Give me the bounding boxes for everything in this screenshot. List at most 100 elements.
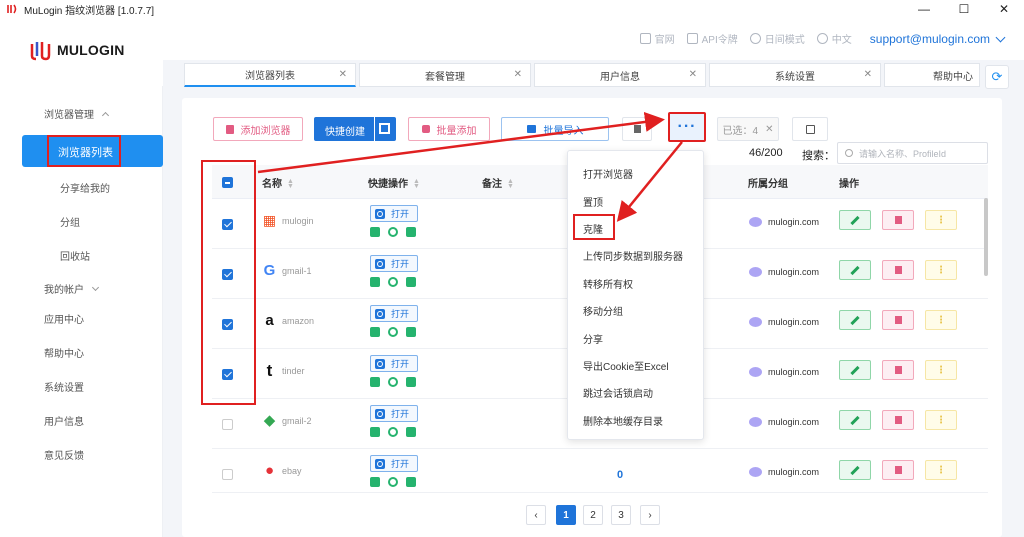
table-scrollbar[interactable] (984, 198, 988, 276)
menu-delete-local-cache[interactable]: 删除本地缓存目录 (583, 413, 663, 428)
more-actions-button[interactable]: ··· (668, 112, 706, 142)
batch-add-button[interactable]: 批量添加 (408, 117, 490, 141)
sidebar-item-shared-with-me[interactable]: 分享给我的 (0, 180, 163, 195)
sidebar-item-recycle-bin[interactable]: 回收站 (0, 248, 163, 263)
page-1-button[interactable]: 1 (556, 505, 576, 525)
edit-button[interactable] (839, 210, 871, 230)
rocket-icon[interactable] (370, 327, 380, 337)
row-checkbox[interactable] (222, 469, 233, 480)
sidebar-item-app-center[interactable]: 应用中心 (0, 311, 163, 326)
day-mode-toggle[interactable]: 日间模式 (749, 31, 805, 46)
sidebar-group-my-account[interactable]: 我的帐户 (0, 281, 163, 296)
search-input[interactable]: 请输入名称、ProfileId (837, 142, 988, 164)
menu-export-cookie[interactable]: 导出Cookie至Excel (583, 358, 669, 373)
close-icon[interactable]: ✕ (514, 69, 522, 80)
sidebar-item-feedback[interactable]: 意见反馈 (0, 447, 163, 462)
column-note[interactable]: 备注 ▲ ▼ (482, 175, 514, 190)
delete-row-button[interactable] (882, 360, 914, 380)
rocket-icon[interactable] (370, 377, 380, 387)
menu-share[interactable]: 分享 (583, 331, 603, 346)
puzzle-icon[interactable] (406, 377, 416, 387)
puzzle-icon[interactable] (406, 277, 416, 287)
close-icon[interactable]: ✕ (689, 69, 697, 80)
edit-button[interactable] (839, 410, 871, 430)
prev-page-button[interactable]: ‹ (526, 505, 546, 525)
menu-pin-top[interactable]: 置顶 (583, 194, 603, 209)
delete-row-button[interactable] (882, 460, 914, 480)
rocket-icon[interactable] (370, 277, 380, 287)
tab-help-center[interactable]: 帮助中心 (884, 63, 980, 87)
delete-row-button[interactable] (882, 210, 914, 230)
open-browser-button[interactable]: 打开 (370, 455, 418, 472)
menu-move-group[interactable]: 移动分组 (583, 303, 623, 318)
menu-skip-session-lock[interactable]: 跳过会话锁启动 (583, 385, 653, 400)
close-window-button[interactable]: ✕ (984, 0, 1024, 18)
edit-button[interactable] (839, 360, 871, 380)
fingerprint-icon[interactable] (388, 277, 398, 287)
tab-plan-management[interactable]: 套餐管理 ✕ (359, 63, 531, 87)
row-more-button[interactable]: ⋮ (925, 460, 957, 480)
delete-row-button[interactable] (882, 260, 914, 280)
chevron-down-icon[interactable] (995, 32, 1006, 42)
delete-row-button[interactable] (882, 310, 914, 330)
menu-transfer-ownership[interactable]: 转移所有权 (583, 276, 633, 291)
fingerprint-icon[interactable] (388, 327, 398, 337)
save-button[interactable] (792, 117, 828, 141)
close-icon[interactable]: ✕ (339, 69, 347, 80)
open-browser-button[interactable]: 打开 (370, 205, 418, 222)
rocket-icon[interactable] (370, 427, 380, 437)
rocket-icon[interactable] (370, 477, 380, 487)
batch-import-button[interactable]: 批量导入 (501, 117, 609, 141)
row-more-button[interactable]: ⋮ (925, 260, 957, 280)
delete-button[interactable] (622, 117, 652, 141)
quick-create-button[interactable]: 快捷创建 (314, 117, 396, 141)
puzzle-icon[interactable] (406, 327, 416, 337)
tab-browser-list[interactable]: 浏览器列表 ✕ (184, 63, 356, 87)
row-more-button[interactable]: ⋮ (925, 410, 957, 430)
refresh-button[interactable]: ⟳ (985, 65, 1009, 89)
home-link[interactable]: 官网 (639, 31, 675, 46)
account-email[interactable]: support@mulogin.com (870, 32, 990, 46)
tab-system-settings[interactable]: 系统设置 ✕ (709, 63, 881, 87)
open-browser-button[interactable]: 打开 (370, 305, 418, 322)
puzzle-icon[interactable] (406, 477, 416, 487)
sidebar-item-help-center[interactable]: 帮助中心 (0, 345, 163, 360)
quick-create-options-icon[interactable] (379, 123, 390, 134)
sidebar-group-browser-management[interactable]: 浏览器管理 (0, 106, 163, 121)
api-token-link[interactable]: API令牌 (686, 31, 738, 46)
open-browser-button[interactable]: 打开 (370, 355, 418, 372)
puzzle-icon[interactable] (406, 227, 416, 237)
page-2-button[interactable]: 2 (583, 505, 603, 525)
clear-selection-icon[interactable]: ✕ (765, 124, 773, 135)
tab-user-info[interactable]: 用户信息 ✕ (534, 63, 706, 87)
row-checkbox[interactable] (222, 419, 233, 430)
fingerprint-icon[interactable] (388, 477, 398, 487)
delete-row-button[interactable] (882, 410, 914, 430)
next-page-button[interactable]: › (640, 505, 660, 525)
edit-button[interactable] (839, 460, 871, 480)
row-more-button[interactable]: ⋮ (925, 310, 957, 330)
sidebar-item-system-settings[interactable]: 系统设置 (0, 379, 163, 394)
menu-open-browser[interactable]: 打开浏览器 (583, 166, 633, 181)
column-name[interactable]: 名称 ▲ ▼ (262, 175, 294, 190)
edit-button[interactable] (839, 260, 871, 280)
rocket-icon[interactable] (370, 227, 380, 237)
row-more-button[interactable]: ⋮ (925, 210, 957, 230)
sidebar-item-groups[interactable]: 分组 (0, 214, 163, 229)
add-browser-button[interactable]: 添加浏览器 (213, 117, 303, 141)
close-icon[interactable]: ✕ (864, 69, 872, 80)
language-switch[interactable]: 中文 (816, 31, 852, 46)
puzzle-icon[interactable] (406, 427, 416, 437)
open-browser-button[interactable]: 打开 (370, 405, 418, 422)
sidebar-item-user-info[interactable]: 用户信息 (0, 413, 163, 428)
column-quick-actions[interactable]: 快捷操作 ▲ ▼ (368, 175, 420, 190)
selected-count-badge[interactable]: 已选：4 ✕ (717, 117, 779, 141)
minimize-button[interactable]: — (904, 0, 944, 18)
maximize-button[interactable]: ☐ (944, 0, 984, 18)
row-more-button[interactable]: ⋮ (925, 360, 957, 380)
menu-upload-sync[interactable]: 上传同步数据到服务器 (583, 248, 683, 263)
fingerprint-icon[interactable] (388, 227, 398, 237)
fingerprint-icon[interactable] (388, 427, 398, 437)
open-browser-button[interactable]: 打开 (370, 255, 418, 272)
fingerprint-icon[interactable] (388, 377, 398, 387)
